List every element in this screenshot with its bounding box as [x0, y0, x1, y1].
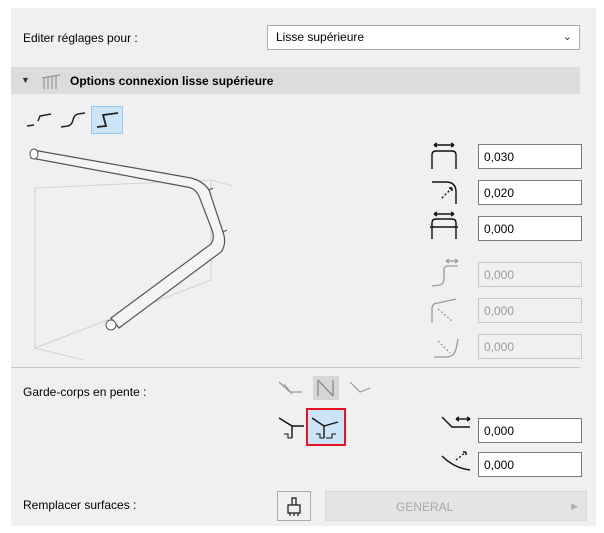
slope-option-2-icon: [317, 379, 334, 397]
slope-option-1-icon: [278, 381, 302, 395]
curve-offset-field: 0,000: [478, 334, 582, 359]
curve-offset-icon: [434, 338, 459, 358]
edit-settings-dropdown[interactable]: Lisse supérieure ⌄: [267, 25, 580, 50]
override-surfaces-button[interactable]: [277, 491, 311, 521]
slope-horizontal-field[interactable]: 0,000: [478, 418, 582, 443]
curve-radius-icon: [431, 298, 457, 323]
section-divider: [11, 367, 580, 368]
override-surfaces-label: Remplacer surfaces :: [23, 498, 137, 512]
slope-radius-icon: [441, 451, 471, 471]
curved-connection-icon[interactable]: [58, 108, 88, 132]
slope-option-3-icon: [349, 381, 371, 393]
vertical-offset-field[interactable]: 0,000: [478, 216, 582, 241]
vertical-offset-icon: [430, 211, 458, 239]
slope-railing-label: Garde-corps en pente :: [23, 385, 147, 399]
collapse-triangle-icon: ▼: [21, 75, 30, 85]
corner-radius-icon: [432, 181, 457, 204]
slope-radius-field[interactable]: 0,000: [478, 452, 582, 477]
corner-radius-field[interactable]: 0,020: [478, 180, 582, 205]
connection-preview-illustration: [29, 148, 234, 361]
horizontal-extension-icon: [431, 142, 457, 169]
edit-settings-value: Lisse supérieure: [276, 30, 365, 44]
curve-extension-field: 0,000: [478, 262, 582, 287]
stepped-connection-icon[interactable]: [92, 108, 122, 132]
slope-vertical-icon[interactable]: [276, 412, 310, 442]
chevron-right-icon: ▶: [571, 501, 578, 511]
paint-brush-icon: [287, 497, 301, 516]
section-title: Options connexion lisse supérieure: [70, 74, 274, 88]
edit-settings-label: Editer réglages pour :: [23, 31, 138, 45]
horizontal-extension-field[interactable]: 0,030: [478, 144, 582, 169]
chevron-down-icon: ⌄: [562, 31, 572, 43]
angled-connection-icon[interactable]: [24, 108, 54, 132]
surface-value: GENERAL: [396, 500, 454, 514]
slope-stepped-icon: [311, 417, 339, 439]
slope-horizontal-icon: [441, 416, 471, 428]
curve-extension-icon: [431, 258, 459, 287]
curve-radius-field: 0,000: [478, 298, 582, 323]
surface-dropdown: GENERAL ▶: [325, 491, 587, 521]
railing-icon: [41, 74, 61, 89]
section-header[interactable]: ▼ Options connexion lisse supérieure: [11, 67, 580, 94]
slope-stepped-button[interactable]: [306, 408, 346, 446]
